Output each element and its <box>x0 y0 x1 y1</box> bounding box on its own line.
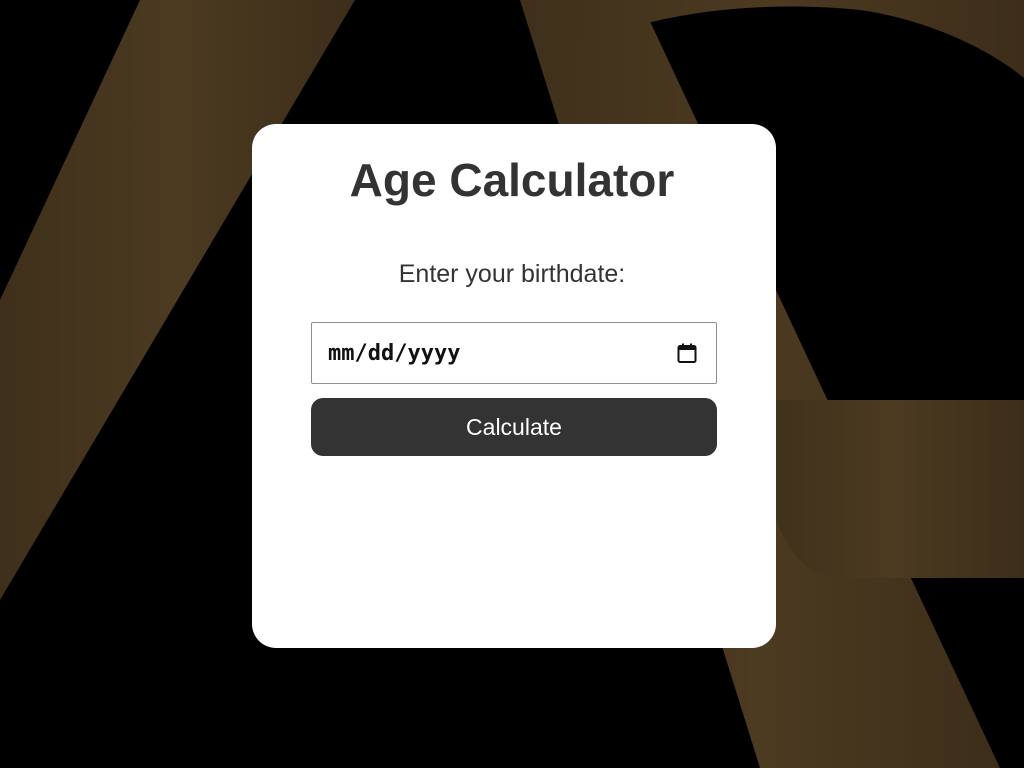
calculate-button[interactable]: Calculate <box>311 398 717 456</box>
birthdate-input[interactable]: mm/dd/yyyy <box>311 322 717 384</box>
birthdate-prompt-label: Enter your birthdate: <box>398 260 626 288</box>
page-title: Age Calculator <box>349 154 675 206</box>
calendar-icon[interactable] <box>676 342 698 364</box>
result-display <box>311 480 717 600</box>
birthdate-placeholder: mm/dd/yyyy <box>328 341 461 366</box>
